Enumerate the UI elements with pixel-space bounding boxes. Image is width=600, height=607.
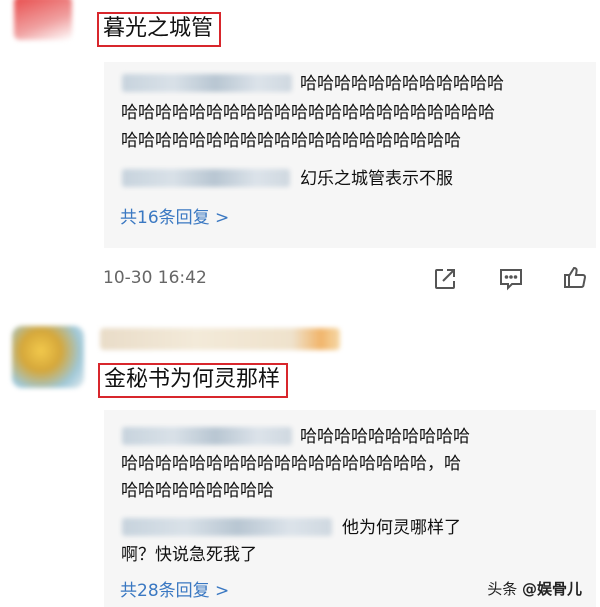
redacted-username	[100, 328, 340, 350]
reply-text-line: 他为何灵哪样了	[342, 518, 461, 538]
thumbs-up-icon[interactable]	[562, 264, 588, 290]
reply-text-line: 哈哈哈哈哈哈哈哈哈哈哈哈哈哈哈哈哈哈，哈	[121, 454, 461, 474]
reply-text-line: 哈哈哈哈哈哈哈哈哈哈	[300, 427, 470, 447]
reply-text-line: 幻乐之城管表示不服	[300, 169, 453, 189]
reply-text-line: 哈哈哈哈哈哈哈哈哈哈哈哈哈哈哈哈哈哈哈哈哈哈	[121, 103, 495, 123]
comment-icon[interactable]	[498, 266, 524, 292]
redacted-username	[122, 518, 332, 536]
avatar[interactable]	[12, 326, 84, 388]
reply-text-line: 哈哈哈哈哈哈哈哈哈哈哈哈	[300, 74, 504, 94]
share-icon[interactable]	[432, 266, 458, 292]
watermark-brand: @娱骨儿	[521, 580, 582, 598]
watermark: 头条 @娱骨儿	[487, 578, 582, 599]
reply-text-line: 哈哈哈哈哈哈哈哈哈	[121, 481, 274, 501]
view-replies-link[interactable]: 共16条回复 >	[120, 207, 229, 229]
avatar[interactable]	[14, 0, 72, 40]
timestamp: 10-30 16:42	[103, 268, 207, 288]
reply-text-line: 哈哈哈哈哈哈哈哈哈哈哈哈哈哈哈哈哈哈哈哈	[121, 131, 461, 151]
redacted-username	[122, 427, 292, 445]
reply-text-line: 啊？快说急死我了	[121, 545, 257, 565]
view-replies-link[interactable]: 共28条回复 >	[120, 580, 229, 602]
redacted-username	[122, 169, 290, 187]
watermark-prefix: 头条	[487, 580, 522, 598]
username-highlight[interactable]: 暮光之城管	[97, 12, 222, 47]
username-highlight[interactable]: 金秘书为何灵那样	[98, 363, 289, 398]
redacted-username	[122, 74, 292, 92]
